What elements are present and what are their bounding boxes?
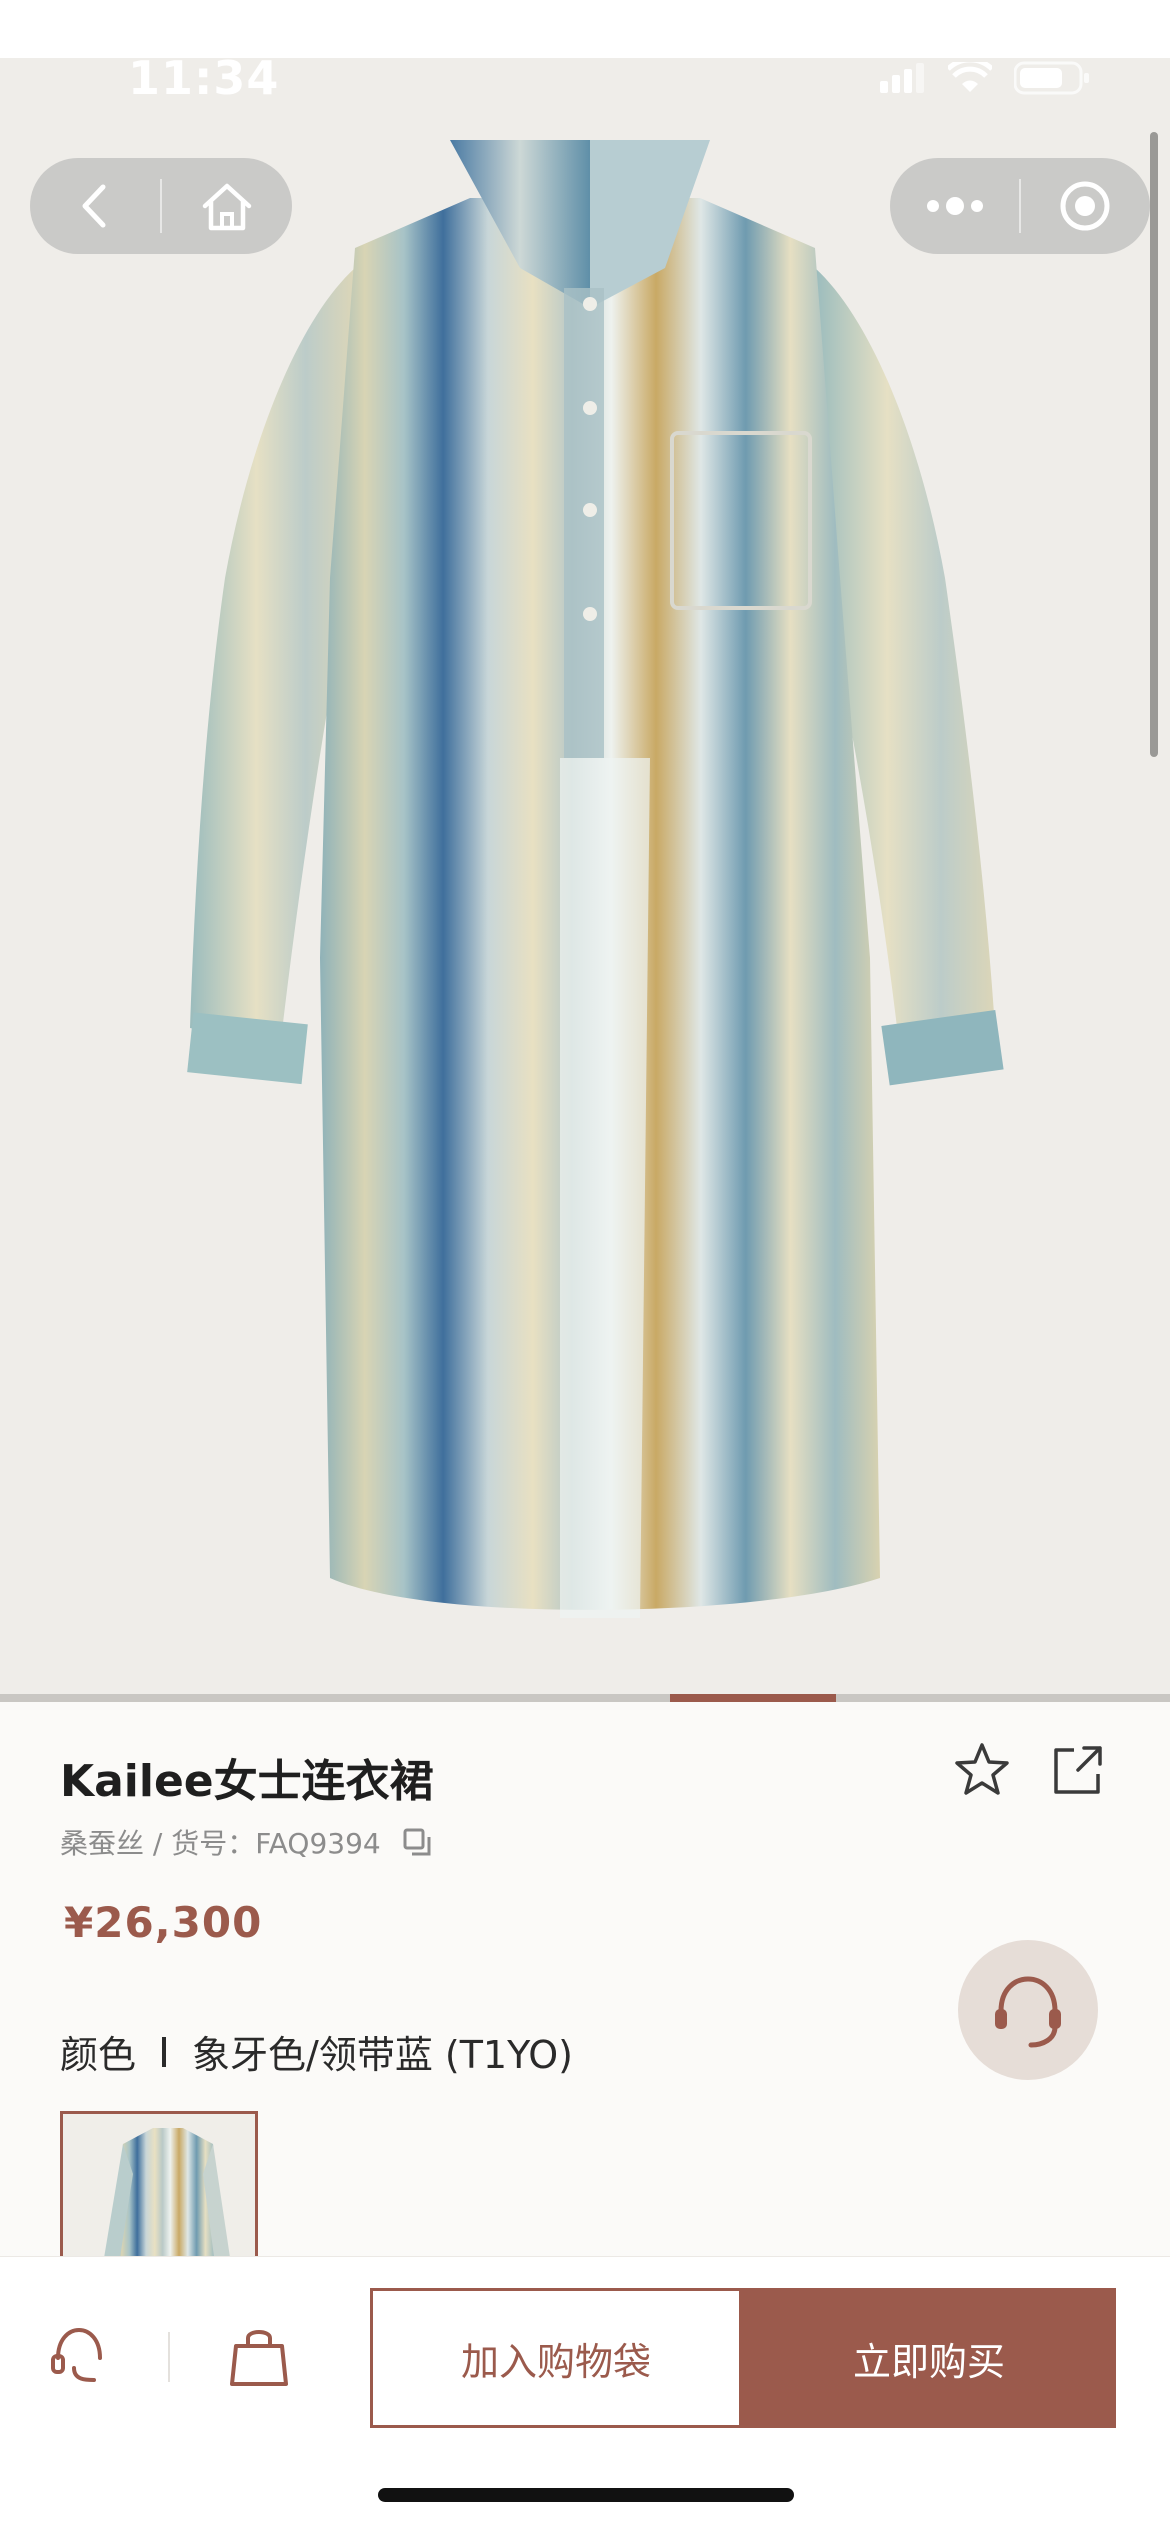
floating-customer-service-button[interactable] — [958, 1940, 1098, 2080]
product-title: Kailee女士连衣裙 — [60, 1756, 434, 1807]
color-swatch-selected[interactable] — [60, 2111, 258, 2261]
product-price: ¥26,300 — [64, 1898, 263, 1947]
dress-illustration — [187, 140, 1004, 1618]
share-icon — [1054, 1746, 1102, 1794]
record-icon — [1060, 181, 1110, 231]
close-miniprogram-button[interactable] — [1021, 158, 1150, 254]
swatch-thumbnail — [104, 2128, 231, 2258]
wifi-icon — [948, 62, 992, 92]
gallery-progress-thumb — [670, 1694, 836, 1702]
copy-icon[interactable] — [401, 1826, 433, 1858]
signal-icon — [880, 63, 924, 93]
bottom-bar-divider — [168, 2332, 170, 2382]
status-bar: 11:34 — [0, 51, 1170, 105]
color-selector-row: 颜色 象牙色/领带蓝 (T1YO) — [60, 2024, 573, 2079]
product-material-sku: 桑蚕丝 / 货号：FAQ9394 — [60, 1827, 381, 1860]
more-button[interactable] — [890, 158, 1019, 254]
star-icon — [955, 1743, 1009, 1795]
home-icon — [202, 183, 252, 231]
status-time: 11:34 — [128, 51, 280, 105]
color-label: 颜色 — [60, 2033, 137, 2077]
status-icons — [880, 58, 1090, 98]
favorite-button[interactable] — [952, 1740, 1012, 1800]
customer-service-icon — [995, 1976, 1061, 2048]
buy-now-button[interactable]: 立即购买 — [742, 2288, 1116, 2428]
nav-capsule — [30, 158, 292, 254]
shopping-bag-button[interactable] — [224, 2322, 294, 2392]
more-dots-icon — [926, 197, 983, 215]
top-white-strip — [0, 0, 1170, 58]
home-button[interactable] — [162, 158, 292, 254]
product-meta: 桑蚕丝 / 货号：FAQ9394 — [60, 1822, 433, 1862]
color-separator — [162, 2036, 167, 2067]
add-to-cart-button[interactable]: 加入购物袋 — [370, 2288, 742, 2428]
battery-icon — [1014, 61, 1089, 95]
back-icon — [82, 184, 106, 228]
product-image[interactable] — [0, 58, 1170, 1702]
share-button[interactable] — [1048, 1740, 1108, 1800]
customer-service-icon — [51, 2327, 102, 2382]
shopping-bag-icon — [230, 2330, 288, 2386]
customer-service-button[interactable] — [44, 2320, 114, 2390]
menu-capsule — [890, 158, 1150, 254]
back-button[interactable] — [30, 158, 160, 254]
page-scrollbar[interactable] — [1150, 132, 1158, 757]
gallery-progress-track — [0, 1694, 1170, 1702]
home-indicator — [378, 2488, 794, 2502]
color-value: 象牙色/领带蓝 (T1YO) — [192, 2033, 573, 2077]
